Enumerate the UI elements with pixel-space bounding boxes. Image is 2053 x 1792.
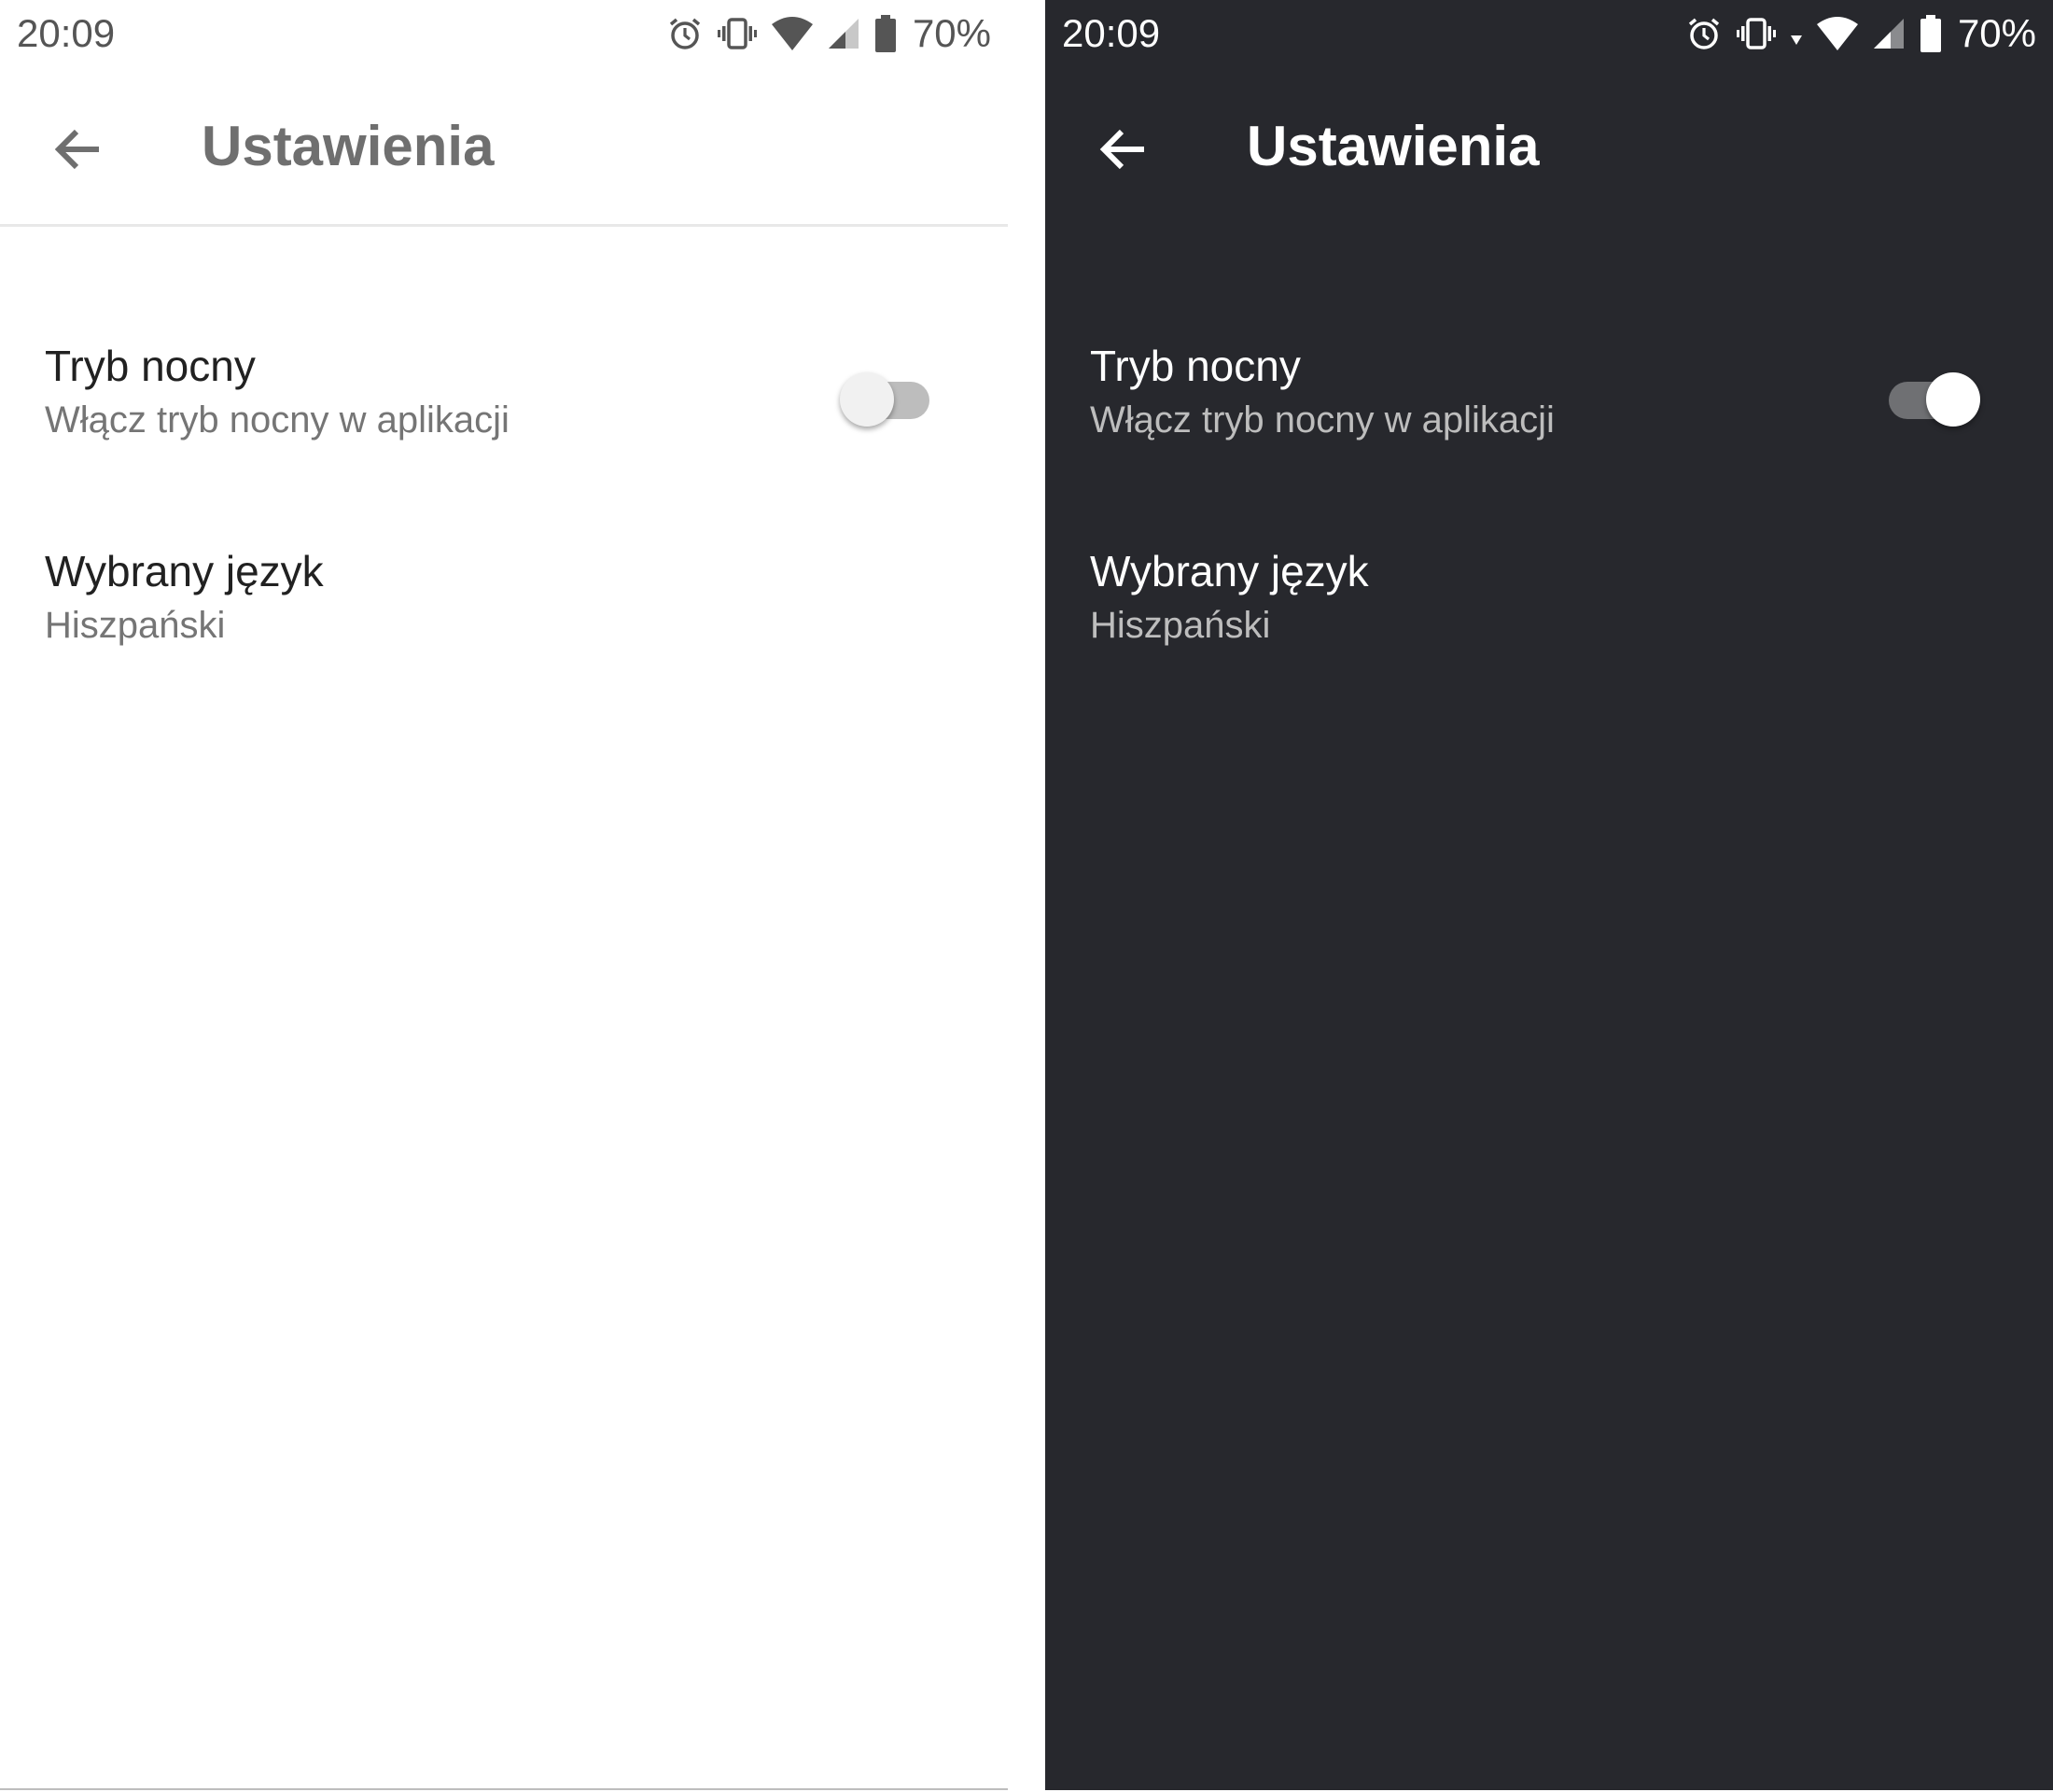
pref-night-mode[interactable]: Tryb nocny Włącz tryb nocny w aplikacji [0, 327, 1008, 476]
pref-title: Wybrany język [1090, 547, 1369, 595]
battery-icon [873, 14, 898, 53]
pref-summary: Włącz tryb nocny w aplikacji [1090, 399, 1555, 441]
alarm-icon [1685, 15, 1723, 52]
bottom-divider [0, 1788, 1008, 1790]
data-arrow-icon [1790, 15, 1803, 52]
app-bar: Ustawienia [0, 67, 1008, 227]
vibrate-icon [717, 15, 758, 52]
switch-thumb [1926, 372, 1980, 427]
dark-theme-screen: 20:09 70% Ustawienia Tryb nocny Włącz tr… [1045, 0, 2053, 1790]
battery-icon [1919, 14, 1943, 53]
status-bar: 20:09 70% [1045, 0, 2053, 67]
pref-language[interactable]: Wybrany język Hiszpański [1045, 532, 2053, 681]
pref-night-mode[interactable]: Tryb nocny Włącz tryb nocny w aplikacji [1045, 327, 2053, 476]
night-mode-switch[interactable] [1885, 365, 1980, 427]
app-bar: Ustawienia [1045, 67, 2053, 224]
vibrate-icon [1736, 15, 1777, 52]
pref-language[interactable]: Wybrany język Hiszpański [0, 532, 1008, 681]
status-icons: 70% [666, 9, 991, 58]
arrow-back-icon [1099, 129, 1144, 170]
pref-summary: Włącz tryb nocny w aplikacji [45, 399, 510, 441]
night-mode-switch[interactable] [840, 365, 933, 427]
status-icons: 70% [1685, 9, 2036, 58]
wifi-icon [1816, 15, 1859, 52]
alarm-icon [666, 15, 704, 52]
pref-title: Wybrany język [45, 547, 324, 595]
arrow-back-icon [54, 129, 99, 170]
battery-percent: 70% [912, 11, 991, 55]
switch-thumb [840, 372, 894, 427]
pref-title: Tryb nocny [45, 342, 256, 390]
pref-title: Tryb nocny [1090, 342, 1301, 390]
signal-icon [827, 15, 860, 52]
signal-icon [1872, 15, 1906, 52]
wifi-icon [771, 15, 814, 52]
back-button[interactable] [1082, 108, 1165, 190]
battery-percent: 70% [1957, 11, 2036, 55]
pref-summary: Hiszpański [45, 605, 226, 646]
status-bar: 20:09 70% [0, 0, 1008, 67]
page-title: Ustawienia [1247, 115, 1540, 177]
back-button[interactable] [37, 108, 119, 190]
status-time: 20:09 [1062, 11, 1161, 55]
status-time: 20:09 [17, 11, 116, 55]
pref-summary: Hiszpański [1090, 605, 1271, 646]
light-theme-screen: 20:09 70% Ustawienia Tryb nocny Włącz tr… [0, 0, 1008, 1790]
page-title: Ustawienia [202, 115, 495, 177]
